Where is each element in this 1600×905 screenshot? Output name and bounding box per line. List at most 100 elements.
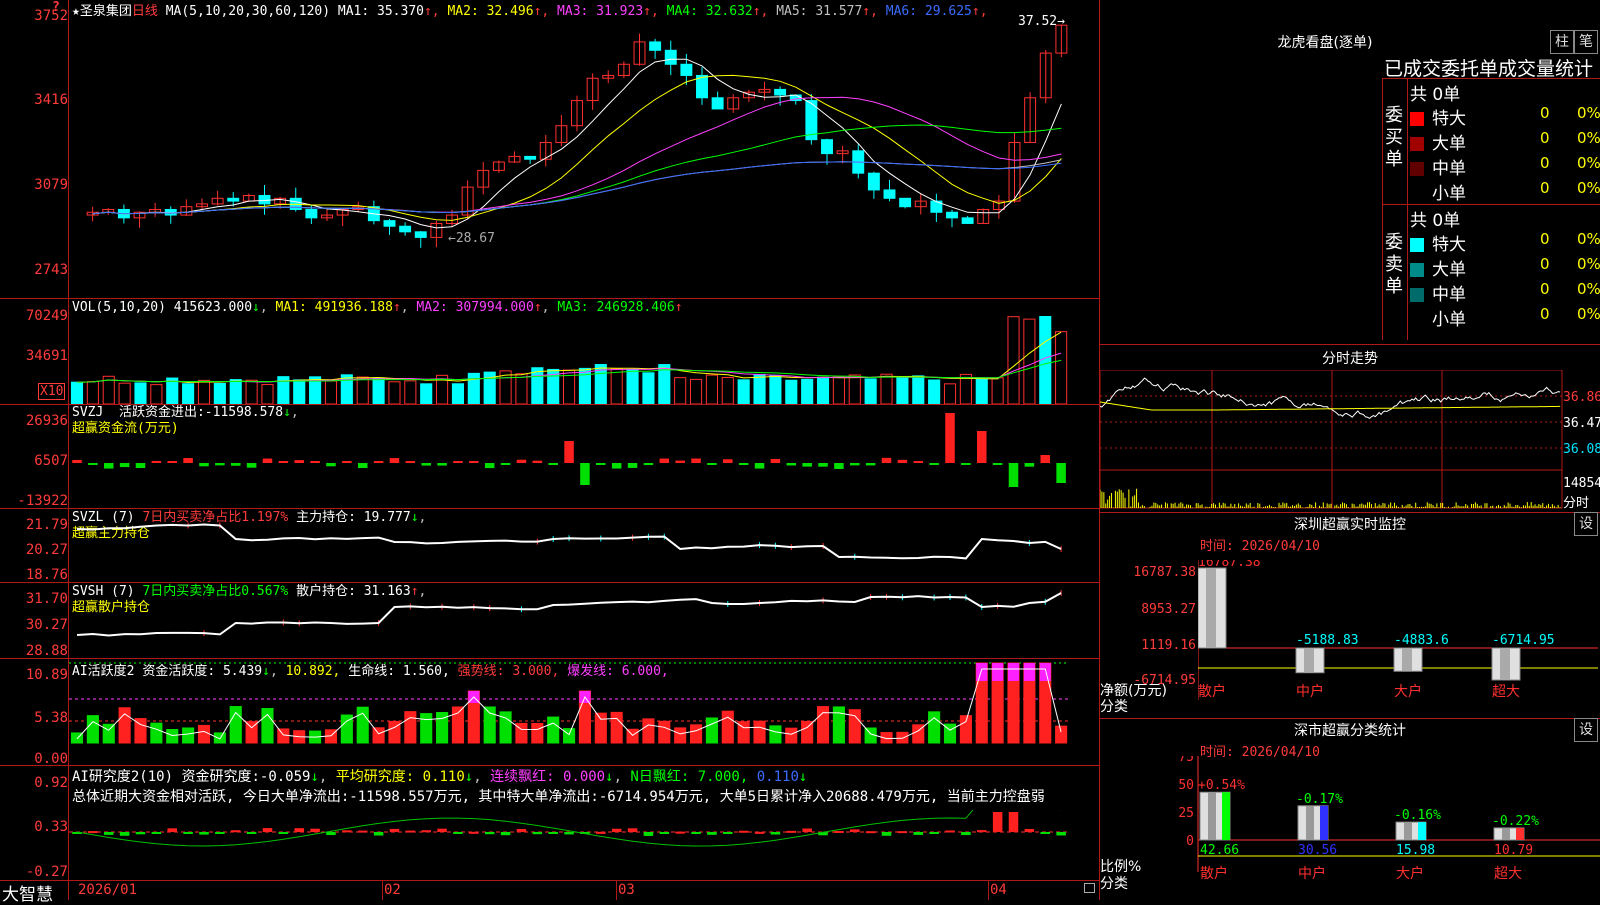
category-label: 散户 — [1200, 865, 1228, 882]
research-bar — [691, 832, 701, 835]
category-label: 超大 — [1492, 684, 1520, 700]
flow-bar — [770, 458, 781, 463]
row-pct: 0% — [1577, 104, 1600, 122]
research-bar — [1024, 828, 1035, 832]
volume-bar — [626, 369, 639, 404]
x-tick — [616, 880, 617, 900]
flow-bar — [294, 460, 304, 463]
research-bar — [881, 832, 892, 836]
y-tick: 0.92 — [34, 775, 68, 791]
chart-area[interactable]: ★圣泉集团日线 MA(5,10,20,30,60,120) MA1: 35.37… — [0, 0, 1100, 905]
bar-value: 30.56 — [1298, 843, 1337, 858]
research-bar — [945, 830, 955, 833]
y-tick: 0.00 — [34, 751, 68, 767]
volume-bar — [753, 373, 766, 404]
burst-cap — [1039, 663, 1051, 681]
research-line — [76, 810, 1062, 847]
settings-button[interactable]: 设 — [1574, 512, 1598, 536]
divider — [0, 880, 1100, 881]
volume-bar — [943, 383, 957, 404]
svzj-chart[interactable] — [69, 405, 1099, 508]
row-count: 0 — [1540, 255, 1550, 273]
frame — [1100, 370, 1563, 509]
activity-bar — [1055, 725, 1068, 744]
research-bar — [326, 832, 336, 836]
settings-button[interactable]: 设 — [1574, 718, 1598, 742]
volume-bar — [324, 380, 338, 404]
y-tick: 25 — [1178, 806, 1194, 821]
candlestick-chart[interactable] — [69, 14, 1099, 298]
activity-bar — [769, 725, 782, 744]
research-bar — [865, 831, 876, 834]
x-tick — [382, 880, 383, 900]
buy-total: 共 0单 — [1410, 85, 1461, 105]
volume-bar — [1007, 316, 1020, 404]
flow-bar — [357, 463, 368, 469]
x-tick — [988, 880, 989, 900]
ai2-chart[interactable] — [69, 810, 1099, 880]
volume-bar — [896, 377, 909, 404]
class-title: 深市超赢分类统计 — [1294, 723, 1406, 739]
ai1-chart[interactable] — [69, 659, 1099, 765]
volume-bar — [864, 378, 877, 404]
activity-bar — [816, 706, 830, 744]
class-chart[interactable]: 75 50 25 0 +0.54% 42.66 散户 -0.17% 30.56 中户 -0.16% 1… — [1170, 756, 1600, 900]
lhb-title: 龙虎看盘(逐单) — [1277, 35, 1373, 51]
research-bar — [135, 832, 146, 835]
monitor-bar-shade — [1500, 648, 1510, 680]
volume-bar — [70, 381, 84, 404]
y-tick: 50 — [1178, 778, 1194, 793]
flow-bar — [183, 458, 193, 463]
candle-body — [680, 63, 693, 76]
volume-chart[interactable] — [69, 316, 1099, 404]
candle-body — [649, 41, 662, 51]
bar-change: +0.54% — [1198, 778, 1245, 793]
volume-bar — [467, 372, 480, 404]
vol-unit: X10 — [38, 383, 66, 400]
class-bar-accent — [1516, 827, 1524, 840]
research-bar — [215, 832, 225, 834]
volume-bar — [356, 376, 369, 404]
svzl-chart[interactable] — [69, 509, 1099, 582]
flow-bar — [850, 463, 860, 466]
row-pct: 0% — [1577, 154, 1600, 172]
volume-bar — [229, 379, 242, 404]
fenshi-title: 分时走势 — [1322, 351, 1378, 367]
activity-bar — [261, 708, 274, 744]
y-tick: 0 — [1186, 834, 1194, 849]
legend-swatch — [1410, 112, 1424, 126]
flow-bar — [484, 463, 495, 469]
volume-bar — [737, 379, 750, 404]
fs-tick: 36.08 — [1563, 442, 1600, 457]
tick-mode-button[interactable]: 笔 — [1574, 30, 1598, 54]
monitor-chart[interactable]: 16787.38 散户 -5188.83 中户 -4883.6 大户 -6714.95 超大 — [1198, 560, 1600, 720]
candle-body — [524, 155, 537, 160]
x-label: 2026/01 — [78, 882, 138, 898]
research-bar — [961, 832, 971, 836]
flow-bar — [929, 463, 939, 465]
row-name: 特大 — [1432, 109, 1466, 129]
row-count: 0 — [1540, 104, 1550, 122]
intraday-chart[interactable] — [1100, 370, 1600, 510]
lock-icon[interactable] — [1084, 883, 1095, 893]
y-tick: 3416 — [34, 92, 68, 108]
research-bar — [532, 832, 543, 835]
y-tick: 6507 — [34, 453, 68, 469]
monitor-tick: 1119.16 — [1141, 638, 1196, 653]
flow-bar — [881, 457, 892, 463]
order-row: 大单 0 0% — [1410, 255, 1600, 280]
research-bar — [564, 832, 574, 835]
research-bar — [850, 829, 860, 832]
research-bar — [675, 831, 685, 834]
class-bar-accent — [1320, 805, 1328, 840]
row-name: 小单 — [1432, 184, 1466, 204]
activity-bar — [102, 723, 115, 744]
legend-swatch — [1410, 263, 1424, 277]
svsh-chart[interactable] — [69, 583, 1099, 658]
brand-logo[interactable]: 大智慧 — [2, 880, 53, 905]
volume-bar — [785, 379, 798, 404]
y-tick: 30.27 — [25, 617, 68, 633]
bar-mode-button[interactable]: 柱 — [1550, 30, 1574, 54]
row-name: 特大 — [1432, 235, 1466, 255]
research-bar — [119, 832, 130, 836]
